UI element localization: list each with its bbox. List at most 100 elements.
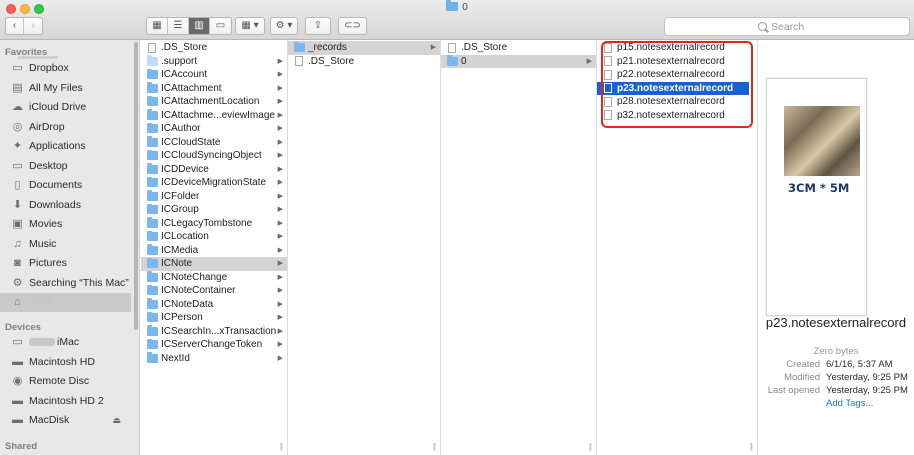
documents-icon: ▯ <box>14 179 21 191</box>
item-label: _records <box>308 42 347 53</box>
folder-row[interactable]: ICAuthor ▶ <box>141 122 287 136</box>
action-button[interactable]: ⚙ ▾ <box>270 17 298 35</box>
folder-row[interactable]: 0 ▶ <box>441 54 596 68</box>
folder-icon <box>147 298 158 309</box>
file-row[interactable]: p15.notesexternalrecord <box>597 41 749 55</box>
folder-row[interactable]: ICNoteData ▶ <box>141 298 287 312</box>
file-row[interactable]: p23.notesexternalrecord <box>597 81 749 95</box>
sidebar-item-label: Desktop <box>29 159 68 172</box>
column-icnote: || _records ▶ .DS_Store <box>288 40 441 455</box>
sidebar-item-icloud-drive[interactable]: ☁ iCloud Drive <box>0 98 131 117</box>
edit-tags-button[interactable]: ⊂⊃ <box>338 17 367 35</box>
sidebar-item-movies[interactable]: ▣ Movies <box>0 215 131 234</box>
folder-row[interactable]: ICAttachmentLocation ▶ <box>141 95 287 109</box>
sidebar-item-imac[interactable]: ▭ iMac <box>0 333 131 352</box>
item-label: ICLegacyTombstone <box>161 217 253 229</box>
folder-row[interactable]: ICCloudSyncingObject ▶ <box>141 149 287 163</box>
sidebar-item-label: Applications <box>29 140 86 152</box>
folder-row[interactable]: ICCloudState ▶ <box>141 136 287 150</box>
folder-icon <box>147 68 158 79</box>
disclosure-arrow-icon: ▶ <box>277 165 283 173</box>
folder-row[interactable]: ICMedia ▶ <box>141 244 287 258</box>
folder-row[interactable]: ICNoteContainer ▶ <box>141 284 287 298</box>
sidebar-item-label: Music <box>29 237 57 250</box>
folder-row[interactable]: ICLocation ▶ <box>141 230 287 244</box>
column-resize-grip[interactable]: || <box>750 442 753 451</box>
sidebar-item-music[interactable]: ♫ Music <box>0 235 131 254</box>
sidebar-scrollbar[interactable] <box>134 42 138 330</box>
folder-row[interactable]: ICGroup ▶ <box>141 203 287 217</box>
item-label: p32.notesexternalrecord <box>617 109 725 121</box>
folder-row[interactable]: .support ▶ <box>141 55 287 69</box>
folder-icon <box>147 136 158 147</box>
sidebar-item-remote-disc[interactable]: ◉ Remote Disc <box>0 372 131 391</box>
file-row[interactable]: .DS_Store <box>288 55 440 69</box>
sidebar-item-pictures[interactable]: ◙ Pictures <box>0 254 131 273</box>
folder-row[interactable]: ICSearchIn...xTransaction ▶ <box>141 325 287 339</box>
file-row[interactable]: p21.notesexternalrecord <box>597 55 749 69</box>
sidebar-item-home[interactable]: ⌂ <box>0 293 131 312</box>
eject-icon[interactable]: ⏏ <box>112 411 121 430</box>
item-label: .DS_Store <box>161 42 208 53</box>
shared-header: Shared <box>5 441 38 452</box>
item-label: p22.notesexternalrecord <box>617 69 725 80</box>
search-placeholder: Search <box>771 21 805 33</box>
folder-row[interactable]: ICFolder ▶ <box>141 190 287 204</box>
icon-view-button[interactable]: ▦ <box>147 18 168 34</box>
created-value: 6/1/16, 5:37 AM <box>826 359 893 370</box>
disclosure-arrow-icon: ▶ <box>277 273 283 281</box>
sidebar-item-label: iMac <box>57 336 80 348</box>
disclosure-arrow-icon: ▶ <box>277 341 283 348</box>
folder-row[interactable]: ICServerChangeToken ▶ <box>141 338 287 352</box>
item-label: ICLocation <box>161 231 209 242</box>
share-button[interactable]: ⇪ <box>305 17 331 35</box>
folder-row[interactable]: ICAccount ▶ <box>141 68 287 82</box>
search-field[interactable]: Search <box>664 17 910 36</box>
preview-file-name: p23.notesexternalrecord <box>765 315 907 330</box>
folder-row[interactable]: ICNote ▶ <box>141 257 287 271</box>
cover-flow-button[interactable]: ▭ <box>210 18 231 34</box>
forward-button[interactable]: › <box>24 18 42 34</box>
sidebar-item-documents[interactable]: ▯ Documents <box>0 176 131 195</box>
column-resize-grip[interactable]: || <box>433 442 436 451</box>
sidebar-item-applications[interactable]: ✦ Applications <box>0 137 131 156</box>
column-view-button[interactable]: ▥ <box>189 18 210 34</box>
folder-icon <box>147 203 158 214</box>
item-label: ICMedia <box>161 244 199 256</box>
sidebar-item-macintosh-hd[interactable]: ▬ Macintosh HD <box>0 353 131 372</box>
sidebar-item-searching-this-mac[interactable]: ⚙ Searching “This Mac” <box>0 274 131 293</box>
file-row[interactable]: p32.notesexternalrecord <box>597 109 749 123</box>
disclosure-arrow-icon: ▶ <box>277 138 283 146</box>
folder-row[interactable]: ICDeviceMigrationState ▶ <box>141 176 287 190</box>
file-row[interactable]: p28.notesexternalrecord <box>597 95 749 109</box>
back-button[interactable]: ‹ <box>6 18 24 34</box>
sidebar-item-desktop[interactable]: ▭ Desktop <box>0 157 131 176</box>
group-by-button[interactable]: ▦ ▾ <box>235 17 265 35</box>
folder-row[interactable]: ICDDevice ▶ <box>141 163 287 177</box>
folder-row[interactable]: _records ▶ <box>288 41 440 55</box>
folder-row[interactable]: ICAttachment ▶ <box>141 82 287 96</box>
modified-value: Yesterday, 9:25 PM <box>826 372 908 383</box>
sidebar-item-all-my-files[interactable]: ▤ All My Files <box>0 79 131 98</box>
sidebar-item-macdisk[interactable]: ▬ MacDisk ⏏ <box>0 411 131 430</box>
folder-row[interactable]: ICAttachme...eviewImage ▶ <box>141 109 287 123</box>
document-icon <box>448 42 456 53</box>
disclosure-arrow-icon: ▶ <box>277 233 283 240</box>
disclosure-arrow-icon: ▶ <box>277 57 283 65</box>
column-resize-grip[interactable]: || <box>280 442 283 451</box>
column-resize-grip[interactable]: || <box>589 442 592 451</box>
folder-row[interactable]: ICNoteChange ▶ <box>141 271 287 285</box>
folder-row[interactable]: ICPerson ▶ <box>141 311 287 325</box>
folder-row[interactable]: ICLegacyTombstone ▶ <box>141 217 287 231</box>
list-view-button[interactable]: ☰ <box>168 18 189 34</box>
sidebar-item-airdrop[interactable]: ◎ AirDrop <box>0 118 131 137</box>
item-label: ICAttachme...eviewImage <box>161 109 275 121</box>
sidebar-item-downloads[interactable]: ⬇ Downloads <box>0 196 131 215</box>
file-row[interactable]: .DS_Store <box>141 41 287 55</box>
file-row[interactable]: .DS_Store <box>441 41 596 55</box>
folder-row[interactable]: NextId ▶ <box>141 352 287 366</box>
file-row[interactable]: p22.notesexternalrecord <box>597 68 749 82</box>
sidebar-item-dropbox[interactable]: ▭ Dropbox <box>0 59 131 78</box>
add-tags-link[interactable]: Add Tags... <box>826 398 873 409</box>
sidebar-item-macintosh-hd-2[interactable]: ▬ Macintosh HD 2 <box>0 392 131 411</box>
